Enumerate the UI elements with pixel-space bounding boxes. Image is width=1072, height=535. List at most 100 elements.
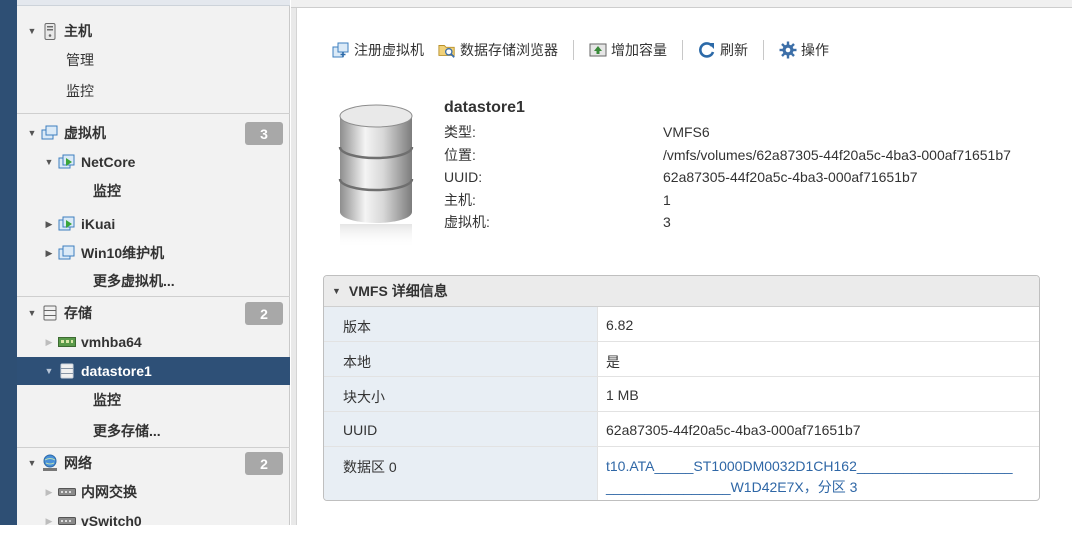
refresh-icon bbox=[698, 41, 716, 59]
vm-group-icon bbox=[41, 125, 59, 141]
nav-datastore1-monitor-label: 监控 bbox=[93, 392, 121, 408]
nav-network-label: 网络 bbox=[64, 455, 92, 471]
datastore-browser-label: 数据存储浏览器 bbox=[460, 42, 558, 58]
nav-more-storage-label: 更多存储... bbox=[93, 423, 161, 439]
prop-key: 位置: bbox=[444, 146, 476, 163]
prop-key: 类型: bbox=[444, 124, 476, 141]
table-row: 数据区 0 t10.ATA_____ST1000DM0032D1CH162___… bbox=[324, 447, 1039, 500]
nav-network-internal[interactable]: ▶ 内网交换 bbox=[17, 478, 290, 506]
vmfs-panel-header[interactable]: ▼ VMFS 详细信息 bbox=[324, 276, 1039, 307]
nav-vm-netcore[interactable]: ▼ NetCore bbox=[17, 148, 290, 176]
collapsed-triangle-icon[interactable]: ▶ bbox=[44, 487, 54, 497]
storage-icon bbox=[41, 305, 59, 321]
toolbar-divider bbox=[573, 40, 574, 60]
table-row: UUID 62a87305-44f20a5c-4ba3-000af71651b7 bbox=[324, 412, 1039, 447]
datastore-large-icon bbox=[338, 104, 414, 249]
left-edge-strip bbox=[0, 0, 17, 525]
vm-running-icon bbox=[58, 154, 76, 170]
extent-line-2: ________________W1D42E7X，分区 3 bbox=[606, 479, 858, 495]
increase-capacity-icon bbox=[589, 41, 607, 59]
collapsed-triangle-icon[interactable]: ▶ bbox=[44, 219, 54, 229]
nav-vm-netcore-label: NetCore bbox=[81, 154, 136, 170]
folder-search-icon bbox=[438, 41, 456, 59]
table-row: 本地 是 bbox=[324, 342, 1039, 377]
network-icon bbox=[41, 454, 59, 471]
refresh-label: 刷新 bbox=[720, 42, 748, 58]
nav-network-vswitch0[interactable]: ▶ vSwitch0 bbox=[17, 507, 290, 535]
prop-value: /vmfs/volumes/62a87305-44f20a5c-4ba3-000… bbox=[663, 146, 1011, 163]
nav-host-monitor[interactable]: 监控 bbox=[17, 77, 290, 105]
nav-vm-netcore-monitor-label: 监控 bbox=[93, 183, 121, 199]
nav-storage-label: 存储 bbox=[64, 305, 92, 321]
increase-capacity-button[interactable]: 增加容量 bbox=[585, 40, 671, 60]
nav-vm-ikuai-label: iKuai bbox=[81, 216, 116, 232]
expanded-triangle-icon[interactable]: ▼ bbox=[27, 26, 37, 36]
actions-button[interactable]: 操作 bbox=[775, 40, 833, 60]
register-vm-button[interactable]: 注册虚拟机 bbox=[328, 40, 428, 60]
toolbar-divider bbox=[682, 40, 683, 60]
nav-storage-vmhba64[interactable]: ▶ vmhba64 bbox=[17, 328, 290, 356]
datastore-browser-button[interactable]: 数据存储浏览器 bbox=[434, 40, 562, 60]
extent-line-1: t10.ATA_____ST1000DM0032D1CH162_________… bbox=[606, 458, 1013, 474]
toolbar-divider bbox=[763, 40, 764, 60]
nav-host-label: 主机 bbox=[64, 23, 92, 39]
nav-network-vswitch0-label: vSwitch0 bbox=[81, 513, 142, 529]
storage-count-badge: 2 bbox=[245, 302, 283, 325]
collapsed-triangle-icon[interactable]: ▶ bbox=[44, 337, 54, 347]
adapter-icon bbox=[58, 334, 76, 350]
nav-storage-vmhba64-label: vmhba64 bbox=[81, 334, 142, 350]
row-key: UUID bbox=[324, 412, 598, 446]
host-icon bbox=[41, 22, 59, 40]
register-vm-icon bbox=[332, 41, 350, 59]
prop-location: 位置: /vmfs/volumes/62a87305-44f20a5c-4ba3… bbox=[444, 144, 1011, 167]
table-row: 版本 6.82 bbox=[324, 307, 1039, 342]
nav-separator bbox=[17, 296, 290, 297]
toolbar: 注册虚拟机 数据存储浏览器 增加容量 刷新 操作 bbox=[328, 38, 833, 62]
nav-vm-netcore-monitor[interactable]: 监控 bbox=[17, 177, 290, 205]
switch-icon bbox=[58, 484, 76, 500]
vm-running-icon bbox=[58, 216, 76, 232]
vmfs-details-panel: ▼ VMFS 详细信息 版本 6.82 本地 是 块大小 1 MB UUID 6… bbox=[323, 275, 1040, 501]
switch-icon bbox=[58, 513, 76, 529]
prop-value: VMFS6 bbox=[663, 124, 710, 141]
expanded-triangle-icon[interactable]: ▼ bbox=[44, 157, 54, 167]
expanded-triangle-icon[interactable]: ▼ bbox=[27, 128, 37, 138]
collapsed-triangle-icon[interactable]: ▶ bbox=[44, 248, 54, 258]
prop-uuid: UUID: 62a87305-44f20a5c-4ba3-000af71651b… bbox=[444, 166, 1011, 189]
expanded-triangle-icon: ▼ bbox=[332, 286, 341, 296]
nav-datastore1-monitor[interactable]: 监控 bbox=[17, 386, 290, 414]
refresh-button[interactable]: 刷新 bbox=[694, 40, 752, 60]
row-value: 是 bbox=[606, 354, 620, 370]
nav-more-vms[interactable]: 更多虚拟机... bbox=[17, 267, 290, 295]
row-value: 1 MB bbox=[606, 387, 639, 403]
splitter[interactable] bbox=[291, 0, 297, 525]
expanded-triangle-icon[interactable]: ▼ bbox=[44, 366, 54, 376]
navigator-panel: ▼ 主机 管理 监控 ▼ 虚拟机 3 ▼ NetCore 监控 ▶ iKuai bbox=[17, 0, 290, 529]
prop-vms: 虚拟机: 3 bbox=[444, 211, 1011, 234]
nav-storage[interactable]: ▼ 存储 2 bbox=[17, 299, 290, 327]
actions-label: 操作 bbox=[801, 42, 829, 58]
nav-host-monitor-label: 监控 bbox=[66, 83, 94, 99]
nav-host[interactable]: ▼ 主机 bbox=[17, 17, 290, 45]
datastore-title: datastore1 bbox=[444, 99, 525, 116]
nav-more-storage[interactable]: 更多存储... bbox=[17, 417, 290, 445]
extent-link[interactable]: t10.ATA_____ST1000DM0032D1CH162_________… bbox=[598, 447, 1039, 500]
row-value: 62a87305-44f20a5c-4ba3-000af71651b7 bbox=[606, 422, 861, 438]
prop-type: 类型: VMFS6 bbox=[444, 121, 1011, 144]
datastore-properties: 类型: VMFS6 位置: /vmfs/volumes/62a87305-44f… bbox=[444, 121, 1011, 234]
expanded-triangle-icon[interactable]: ▼ bbox=[27, 458, 37, 468]
nav-vms[interactable]: ▼ 虚拟机 3 bbox=[17, 119, 290, 147]
nav-vms-label: 虚拟机 bbox=[64, 125, 106, 141]
vm-count-badge: 3 bbox=[245, 122, 283, 145]
prop-hosts: 主机: 1 bbox=[444, 189, 1011, 212]
row-key: 版本 bbox=[324, 307, 598, 341]
expanded-triangle-icon[interactable]: ▼ bbox=[27, 308, 37, 318]
nav-vm-win10[interactable]: ▶ Win10维护机 bbox=[17, 239, 290, 267]
nav-vm-ikuai[interactable]: ▶ iKuai bbox=[17, 210, 290, 238]
nav-storage-datastore1[interactable]: ▼ datastore1 bbox=[17, 357, 290, 385]
prop-key: UUID: bbox=[444, 169, 483, 186]
nav-host-manage[interactable]: 管理 bbox=[17, 46, 290, 74]
nav-network[interactable]: ▼ 网络 2 bbox=[17, 449, 290, 477]
vmfs-panel-title: VMFS 详细信息 bbox=[348, 283, 448, 299]
nav-separator bbox=[17, 113, 290, 114]
